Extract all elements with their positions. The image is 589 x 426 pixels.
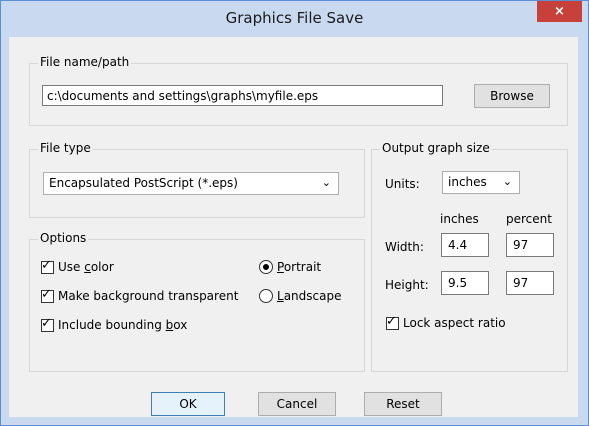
use-color-checkbox[interactable]: ✓ Use color	[41, 257, 114, 274]
checkbox-box[interactable]: ✓	[41, 315, 54, 332]
title-bar[interactable]: Graphics File Save ×	[1, 1, 588, 37]
checkmark-icon: ✓	[41, 257, 52, 273]
landscape-radio[interactable]: Landscape	[259, 289, 341, 303]
options-group: Options ✓ Use color ✓ Make background tr…	[29, 231, 365, 372]
width-inches-input[interactable]: 4.4	[441, 233, 489, 257]
close-icon: ×	[554, 4, 565, 19]
checkmark-icon: ✓	[41, 315, 52, 331]
height-label: Height:	[385, 278, 429, 292]
options-legend: Options	[38, 231, 89, 245]
chevron-down-icon: ⌄	[502, 175, 512, 188]
portrait-label: Portrait	[277, 260, 322, 274]
landscape-label: Landscape	[277, 289, 342, 303]
graphics-file-save-dialog: Graphics File Save × File name/path c:\d…	[0, 0, 589, 426]
output-size-group: Output graph size Units: inches ⌄ inches…	[371, 141, 568, 372]
checkmark-icon: ✓	[386, 313, 397, 329]
checkbox-box[interactable]: ✓	[41, 286, 54, 303]
lock-aspect-label: Lock aspect ratio	[403, 316, 506, 330]
file-path-legend: File name/path	[38, 55, 132, 69]
dialog-client-area: File name/path c:\documents and settings…	[9, 37, 578, 417]
dialog-title: Graphics File Save	[225, 9, 364, 27]
output-size-legend: Output graph size	[380, 141, 492, 155]
radio-circle[interactable]	[259, 260, 273, 274]
cancel-button[interactable]: Cancel	[258, 392, 336, 416]
width-label: Width:	[385, 240, 424, 254]
lock-aspect-checkbox[interactable]: ✓ Lock aspect ratio	[386, 313, 506, 330]
checkmark-icon: ✓	[41, 286, 52, 302]
height-inches-input[interactable]: 9.5	[441, 271, 489, 295]
chevron-down-icon: ⌄	[321, 176, 331, 189]
use-color-label: Use color	[58, 260, 114, 274]
file-type-legend: File type	[38, 141, 93, 155]
radio-circle[interactable]	[259, 289, 273, 303]
width-percent-input[interactable]: 97	[506, 233, 554, 257]
file-type-select[interactable]: Encapsulated PostScript (*.eps) ⌄	[43, 172, 339, 195]
radio-selected-dot	[263, 264, 269, 270]
portrait-radio[interactable]: Portrait	[259, 260, 321, 274]
units-selected: inches	[448, 175, 487, 189]
height-percent-input[interactable]: 97	[506, 271, 554, 295]
inches-column-header: inches	[440, 212, 479, 226]
bounding-box-label: Include bounding box	[58, 318, 188, 332]
transparent-bg-checkbox[interactable]: ✓ Make background transparent	[41, 286, 239, 303]
ok-button[interactable]: OK	[151, 392, 225, 416]
bounding-box-checkbox[interactable]: ✓ Include bounding box	[41, 315, 188, 332]
units-select[interactable]: inches ⌄	[442, 171, 520, 194]
transparent-bg-label: Make background transparent	[58, 289, 239, 303]
checkbox-box[interactable]: ✓	[386, 313, 399, 330]
file-path-group: File name/path c:\documents and settings…	[29, 55, 568, 126]
file-type-selected: Encapsulated PostScript (*.eps)	[49, 176, 238, 190]
close-button[interactable]: ×	[537, 1, 582, 22]
file-path-input[interactable]: c:\documents and settings\graphs\myfile.…	[42, 85, 443, 106]
browse-button[interactable]: Browse	[474, 84, 550, 108]
file-type-group: File type Encapsulated PostScript (*.eps…	[29, 141, 365, 218]
reset-button[interactable]: Reset	[364, 392, 442, 416]
checkbox-box[interactable]: ✓	[41, 257, 54, 274]
units-label: Units:	[385, 177, 420, 191]
percent-column-header: percent	[506, 212, 552, 226]
